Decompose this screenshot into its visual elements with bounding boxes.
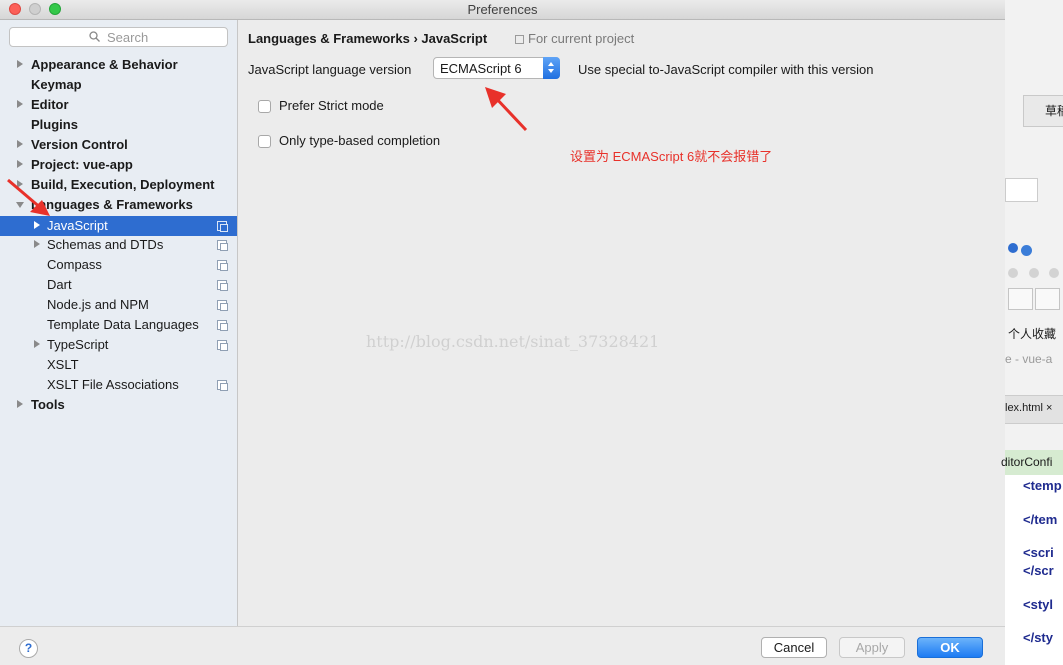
search-input[interactable]: Search <box>9 27 228 47</box>
apply-button[interactable]: Apply <box>839 637 905 658</box>
project-scope-icon <box>217 340 228 351</box>
sidebar-item-xslt-file-associations[interactable]: XSLT File Associations <box>0 375 237 395</box>
expand-arrow-icon[interactable] <box>17 100 23 108</box>
expand-arrow-icon[interactable] <box>17 60 23 68</box>
project-scope-icon <box>515 35 524 44</box>
sidebar-item-nodejs-npm[interactable]: Node.js and NPM <box>0 295 237 315</box>
background-code: <temp </tem <scri </scr <styl </sty <box>1005 475 1063 665</box>
watermark: http://blog.csdn.net/sinat_37328421 <box>366 332 660 351</box>
type-based-completion-checkbox[interactable] <box>258 135 271 148</box>
prefer-strict-checkbox[interactable] <box>258 100 271 113</box>
language-version-value: ECMAScript 6 <box>440 61 522 76</box>
settings-sidebar: Search Appearance & Behavior Keymap Edit… <box>0 20 238 626</box>
compiler-note: Use special to-JavaScript compiler with … <box>578 62 874 77</box>
prefer-strict-label[interactable]: Prefer Strict mode <box>279 98 384 113</box>
sidebar-item-editor[interactable]: Editor <box>0 95 237 115</box>
sidebar-item-version-control[interactable]: Version Control <box>0 135 237 155</box>
sidebar-item-typescript[interactable]: TypeScript <box>0 335 237 355</box>
sidebar-item-compass[interactable]: Compass <box>0 255 237 275</box>
language-version-select[interactable]: ECMAScript 6 <box>433 57 560 79</box>
ok-button[interactable]: OK <box>917 637 983 658</box>
annotation-note: 设置为 ECMAScript 6就不会报错了 <box>570 149 773 164</box>
background-editorconfig-bar: ditorConfi <box>1001 450 1063 475</box>
settings-content: Languages & Frameworks › JavaScript For … <box>238 20 1005 626</box>
expand-arrow-icon[interactable] <box>17 160 23 168</box>
sidebar-item-javascript[interactable]: JavaScript <box>0 216 237 236</box>
sidebar-item-keymap[interactable]: Keymap <box>0 75 237 95</box>
sidebar-item-appearance-behavior[interactable]: Appearance & Behavior <box>0 55 237 75</box>
background-file-tab: lex.html × <box>1005 402 1053 414</box>
updown-chevron-icon[interactable] <box>543 57 560 79</box>
project-scope-icon <box>217 221 228 232</box>
project-scope-icon <box>217 320 228 331</box>
sidebar-item-project[interactable]: Project: vue-app <box>0 155 237 175</box>
project-scope-icon <box>217 300 228 311</box>
project-scope-icon <box>217 380 228 391</box>
background-favorites: 个人收藏 <box>1008 327 1057 341</box>
expand-arrow-icon[interactable] <box>17 400 23 408</box>
help-button[interactable]: ? <box>19 639 38 658</box>
expand-arrow-icon[interactable] <box>34 221 40 229</box>
background-path: e - vue-a <box>1005 352 1053 366</box>
expand-arrow-icon[interactable] <box>34 240 40 248</box>
type-based-completion-label[interactable]: Only type-based completion <box>279 133 440 148</box>
sidebar-item-xslt[interactable]: XSLT <box>0 355 237 375</box>
scope-note: For current project <box>528 31 635 46</box>
language-version-label: JavaScript language version <box>248 62 412 77</box>
background-tab: 草稿 <box>1045 104 1063 118</box>
expand-arrow-icon[interactable] <box>34 340 40 348</box>
sidebar-item-schemas-dtds[interactable]: Schemas and DTDs <box>0 235 237 255</box>
window-title: Preferences <box>467 2 538 17</box>
cancel-button[interactable]: Cancel <box>761 637 827 658</box>
search-placeholder: Search <box>107 30 149 45</box>
breadcrumb: Languages & Frameworks › JavaScript <box>248 31 488 46</box>
search-icon <box>89 31 100 42</box>
sidebar-item-plugins[interactable]: Plugins <box>0 115 237 135</box>
annotation-arrow-icon <box>7 178 50 216</box>
sidebar-item-tools[interactable]: Tools <box>0 395 237 415</box>
dialog-footer: ? Cancel Apply OK <box>0 626 1005 665</box>
title-bar: Preferences <box>0 0 1005 20</box>
project-scope-icon <box>217 260 228 271</box>
expand-arrow-icon[interactable] <box>17 140 23 148</box>
sidebar-item-dart[interactable]: Dart <box>0 275 237 295</box>
annotation-arrow-icon <box>485 87 528 132</box>
project-scope-icon <box>217 240 228 251</box>
sidebar-item-template-data-languages[interactable]: Template Data Languages <box>0 315 237 335</box>
project-scope-icon <box>217 280 228 291</box>
